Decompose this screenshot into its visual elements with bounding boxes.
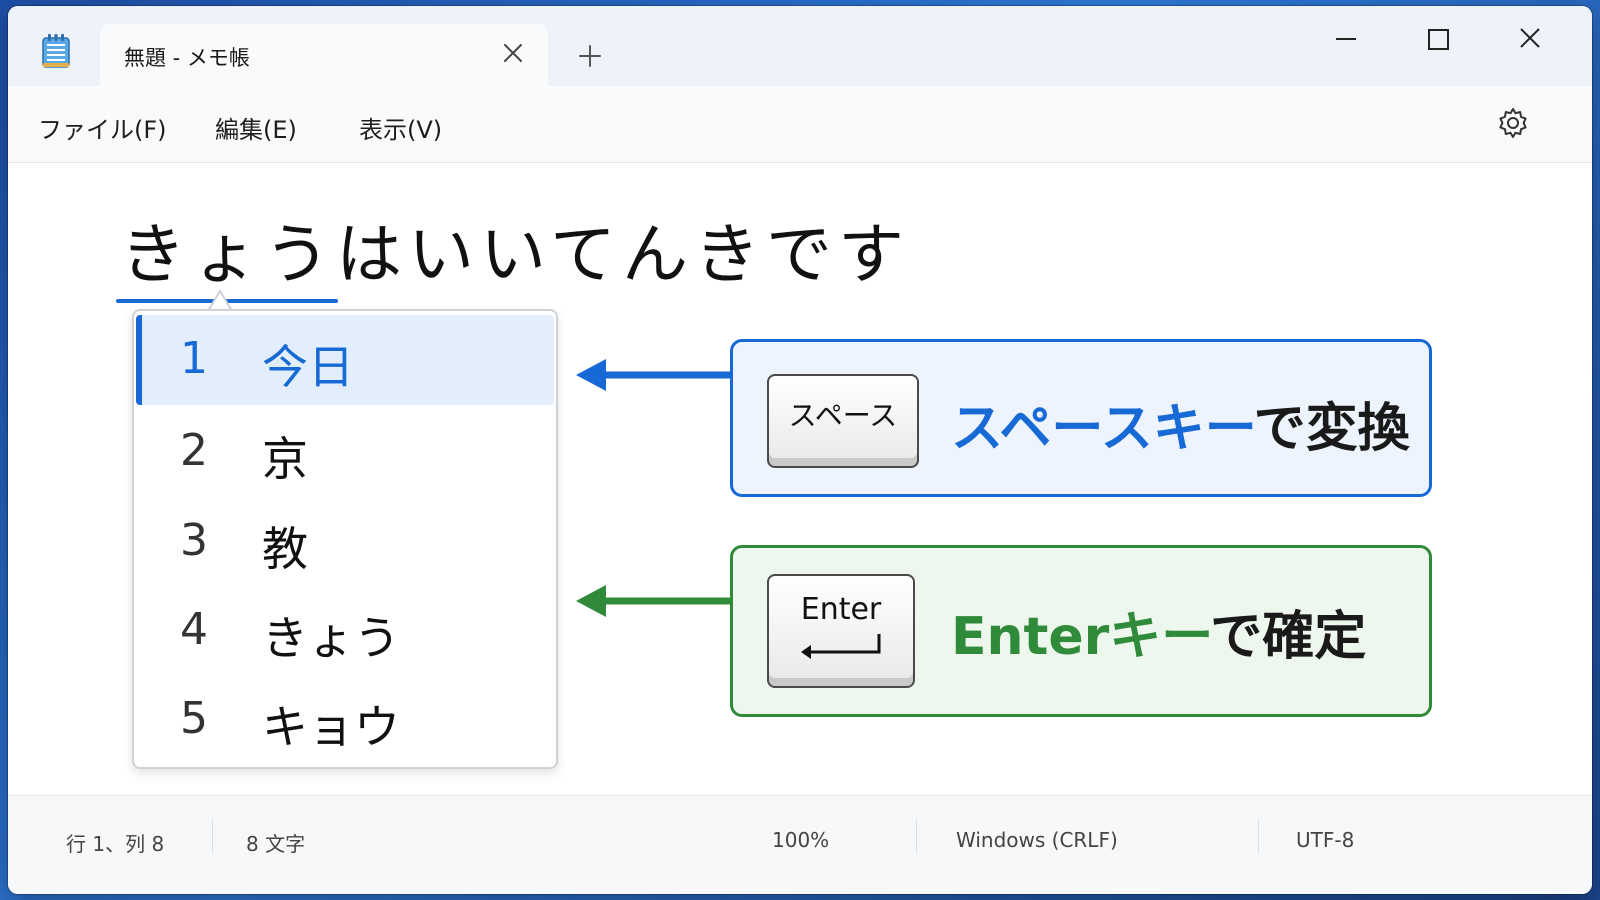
status-char-count: 8 文字 — [246, 832, 306, 856]
return-arrow-icon — [801, 634, 881, 659]
plus-icon[interactable] — [576, 42, 604, 70]
status-encoding[interactable]: UTF-8 — [1296, 828, 1354, 852]
status-divider — [916, 820, 917, 854]
candidate-number: 2 — [180, 425, 208, 476]
space-key-callout: スペース スペースキーで変換 — [730, 339, 1432, 497]
candidate-number: 5 — [180, 693, 208, 744]
candidate-number: 4 — [180, 604, 208, 655]
close-icon[interactable] — [500, 40, 526, 66]
candidate-item-1[interactable]: 1 今日 — [136, 315, 554, 405]
enter-callout-text: Enterキーで確定 — [951, 594, 1366, 669]
candidate-text: 教 — [262, 522, 308, 576]
notepad-icon — [42, 34, 70, 68]
editor-text-line: きょう はいいてんきです — [116, 201, 911, 303]
candidate-item-5[interactable]: 5 キョウ — [136, 675, 554, 765]
space-callout-text: スペースキーで変換 — [951, 386, 1410, 461]
menu-edit[interactable]: 編集(E) — [215, 110, 297, 145]
arrow-left-icon — [574, 357, 734, 397]
arrow-left-icon — [574, 583, 734, 623]
ime-candidate-window: 1 今日 2 京 3 教 4 きょう 5 キョウ — [132, 309, 558, 769]
candidate-text: きょう — [262, 611, 400, 665]
space-callout-highlight: スペースキー — [951, 399, 1254, 459]
status-divider — [212, 820, 213, 854]
ime-composition: きょう — [116, 201, 338, 303]
status-zoom[interactable]: 100% — [772, 828, 829, 852]
menu-view[interactable]: 表示(V) — [359, 110, 442, 145]
tab-title: 無題 - メモ帳 — [124, 46, 250, 70]
candidate-item-3[interactable]: 3 教 — [136, 497, 554, 587]
composition-text: きょう — [120, 216, 336, 293]
title-bar: 無題 - メモ帳 — [8, 6, 1592, 86]
status-bar: 行 1、列 8 8 文字 100% Windows (CRLF) UTF-8 — [8, 795, 1592, 894]
candidate-item-4[interactable]: 4 きょう — [136, 586, 554, 676]
enter-callout-suffix: で確定 — [1210, 607, 1367, 667]
editor-rest-text: はいいてんきです — [336, 216, 911, 293]
enter-key-callout: Enter Enterキーで確定 — [730, 545, 1432, 717]
candidate-text: キョウ — [262, 700, 400, 754]
enter-key-label: Enter — [800, 592, 882, 627]
notepad-window: 無題 - メモ帳 ファイル(F) 編集(E) 表示(V) きょう はいいてんきで… — [8, 6, 1592, 894]
status-divider — [1258, 820, 1259, 854]
candidate-text: 京 — [262, 432, 308, 486]
menu-file[interactable]: ファイル(F) — [38, 110, 167, 145]
status-line-ending[interactable]: Windows (CRLF) — [956, 828, 1118, 852]
candidate-text: 今日 — [262, 340, 354, 394]
close-icon[interactable] — [1510, 26, 1550, 60]
maximize-icon[interactable] — [1418, 26, 1458, 60]
status-cursor-position: 行 1、列 8 — [66, 832, 165, 856]
space-key: スペース — [767, 374, 919, 468]
candidate-pointer — [207, 289, 233, 312]
gear-icon[interactable] — [1496, 106, 1530, 140]
enter-key: Enter — [767, 574, 915, 688]
enter-callout-highlight: Enterキー — [951, 607, 1211, 667]
minimize-icon[interactable] — [1326, 26, 1366, 60]
document-tab[interactable]: 無題 - メモ帳 — [100, 24, 548, 86]
candidate-number: 3 — [180, 515, 208, 566]
text-editor[interactable]: きょう はいいてんきです 1 今日 2 京 3 教 4 きょう 5 キョウ スペ… — [8, 163, 1592, 795]
menu-bar: ファイル(F) 編集(E) 表示(V) — [8, 86, 1592, 163]
space-callout-suffix: で変換 — [1253, 399, 1410, 459]
candidate-number: 1 — [180, 333, 208, 384]
candidate-item-2[interactable]: 2 京 — [136, 407, 554, 497]
